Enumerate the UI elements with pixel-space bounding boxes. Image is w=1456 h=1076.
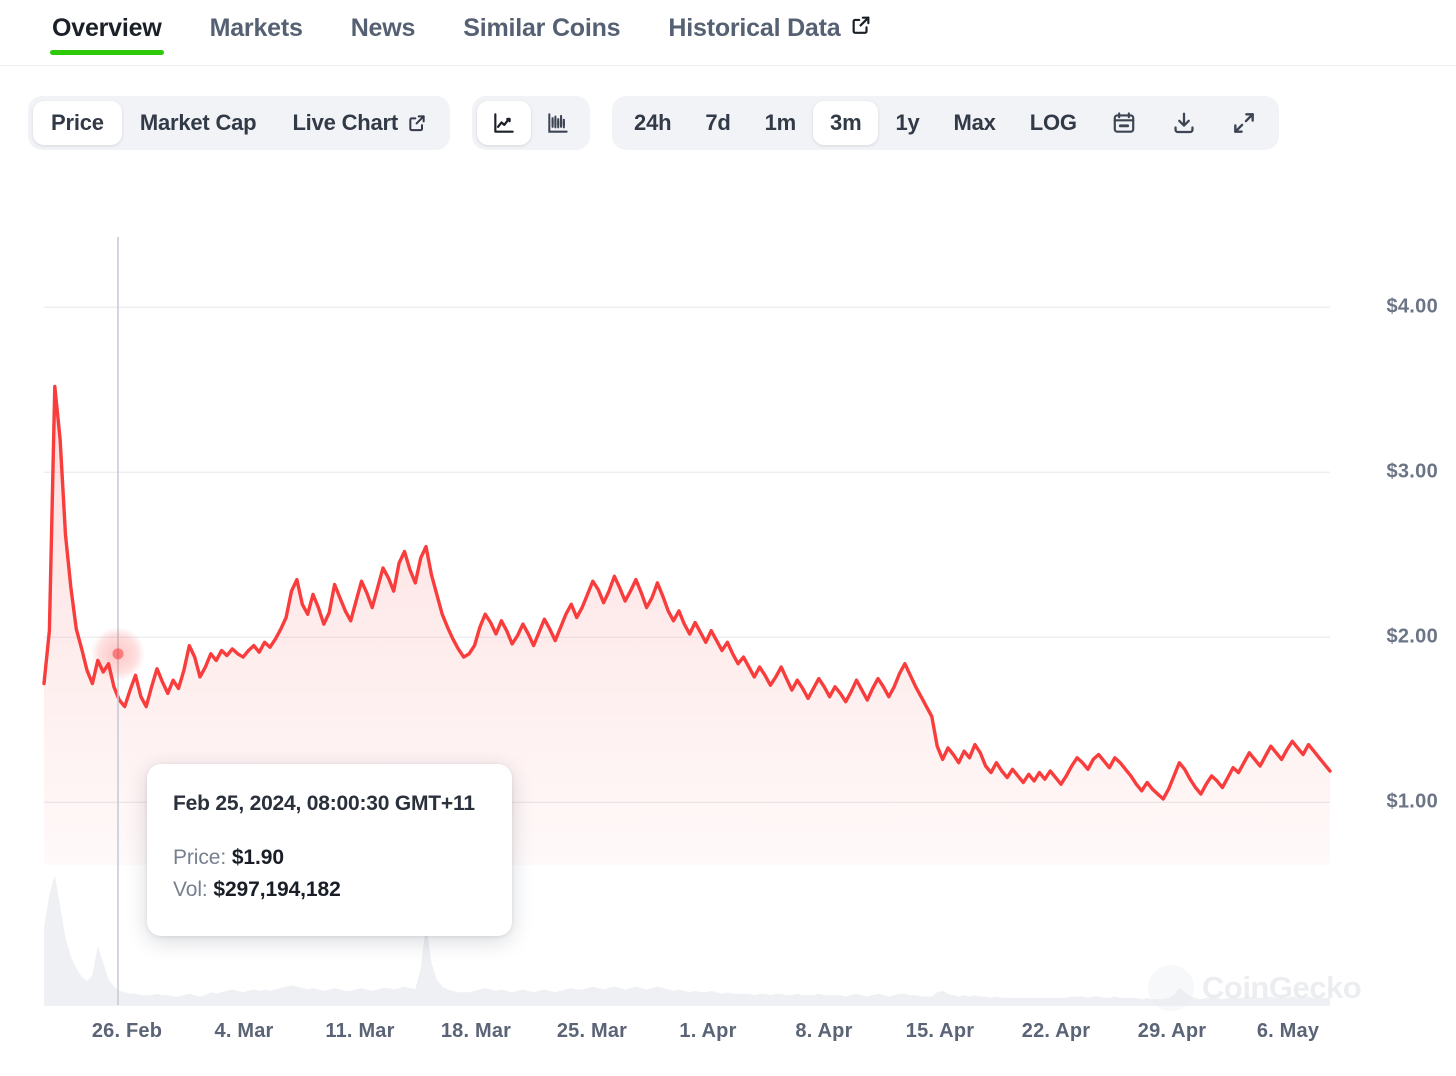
metric-toggle-group: Price Market Cap Live Chart xyxy=(28,96,450,150)
x-axis-tick-label: 29. Apr xyxy=(1138,1020,1206,1043)
x-axis-tick-label: 1. Apr xyxy=(679,1020,736,1043)
y-axis-tick-label: $1.00 xyxy=(1386,791,1438,814)
tab-historical-data[interactable]: Historical Data xyxy=(644,0,896,66)
button-label: Max xyxy=(954,110,996,136)
tab-similar-coins[interactable]: Similar Coins xyxy=(439,0,644,66)
range-button-1m[interactable]: 1m xyxy=(748,101,813,145)
expand-icon[interactable] xyxy=(1214,101,1274,145)
tooltip-price-row: Price: $1.90 xyxy=(173,846,486,870)
tooltip-volume-value: $297,194,182 xyxy=(213,878,340,901)
button-label: 3m xyxy=(830,110,861,136)
chart-toolbar: Price Market Cap Live Chart 24h 7d 1m 3m 1y Max… xyxy=(28,96,1279,150)
metric-button-market-cap[interactable]: Market Cap xyxy=(122,101,275,145)
x-axis-tick-label: 18. Mar xyxy=(441,1020,511,1043)
range-button-24h[interactable]: 24h xyxy=(617,101,688,145)
highlight-point-dot[interactable] xyxy=(113,648,124,659)
metric-button-live-chart[interactable]: Live Chart xyxy=(274,101,445,145)
chart-type-group xyxy=(472,96,590,150)
tooltip-price-value: $1.90 xyxy=(232,846,284,869)
chart-page: Overview Markets News Similar Coins Historic… xyxy=(0,0,1456,1076)
button-label: Price xyxy=(51,110,104,136)
external-link-icon xyxy=(850,14,872,36)
button-label: 1m xyxy=(765,110,796,136)
range-button-log[interactable]: LOG xyxy=(1013,101,1094,145)
x-axis-tick-label: 22. Apr xyxy=(1022,1020,1090,1043)
range-button-7d[interactable]: 7d xyxy=(688,101,747,145)
button-label: 7d xyxy=(705,110,730,136)
x-axis-tick-label: 26. Feb xyxy=(92,1020,162,1043)
button-label: Market Cap xyxy=(140,110,257,136)
button-label: 1y xyxy=(895,110,919,136)
button-label: 24h xyxy=(634,110,671,136)
candlestick-chart-icon[interactable] xyxy=(531,101,585,145)
range-button-1y[interactable]: 1y xyxy=(878,101,936,145)
x-axis-tick-label: 25. Mar xyxy=(557,1020,627,1043)
line-chart-icon[interactable] xyxy=(477,101,531,145)
tab-label: Similar Coins xyxy=(463,14,620,43)
price-chart-area: $4.00 $3.00 $2.00 $1.00 26. Feb 4. Mar 11. Ma… xyxy=(0,175,1456,1076)
button-label: Live Chart xyxy=(292,110,398,136)
tooltip-volume-row: Vol: $297,194,182 xyxy=(173,878,486,902)
range-button-3m[interactable]: 3m xyxy=(813,101,878,145)
download-icon[interactable] xyxy=(1154,101,1214,145)
x-axis-tick-label: 6. May xyxy=(1257,1020,1319,1043)
price-chart-svg[interactable] xyxy=(0,175,1456,1076)
x-axis-tick-label: 15. Apr xyxy=(906,1020,974,1043)
x-axis-tick-label: 11. Mar xyxy=(325,1020,394,1043)
x-axis-tick-label: 8. Apr xyxy=(795,1020,852,1043)
y-axis-tick-label: $2.00 xyxy=(1386,626,1438,649)
tooltip-price-label: Price: xyxy=(173,846,226,869)
calendar-icon[interactable] xyxy=(1094,101,1154,145)
time-range-group: 24h 7d 1m 3m 1y Max LOG xyxy=(612,96,1279,150)
active-tab-underline xyxy=(50,50,164,55)
tooltip-date: Feb 25, 2024, 08:00:30 GMT+11 xyxy=(173,792,486,816)
button-label: LOG xyxy=(1030,110,1077,136)
range-button-max[interactable]: Max xyxy=(937,101,1013,145)
metric-button-price[interactable]: Price xyxy=(33,101,122,145)
x-axis-tick-label: 4. Mar xyxy=(214,1020,273,1043)
y-axis-tick-label: $4.00 xyxy=(1386,296,1438,319)
tab-label: Historical Data xyxy=(668,14,840,43)
y-axis-tick-label: $3.00 xyxy=(1386,461,1438,484)
tab-label: Markets xyxy=(210,14,303,43)
tab-markets[interactable]: Markets xyxy=(186,0,327,66)
tooltip-volume-label: Vol: xyxy=(173,878,208,901)
external-link-icon xyxy=(407,113,427,133)
main-tab-bar: Overview Markets News Similar Coins Historic… xyxy=(0,0,1456,66)
tab-overview[interactable]: Overview xyxy=(28,0,186,66)
tab-news[interactable]: News xyxy=(327,0,440,66)
tab-label: News xyxy=(351,14,416,43)
chart-tooltip: Feb 25, 2024, 08:00:30 GMT+11 Price: $1.… xyxy=(147,764,512,936)
tab-label: Overview xyxy=(52,14,162,43)
